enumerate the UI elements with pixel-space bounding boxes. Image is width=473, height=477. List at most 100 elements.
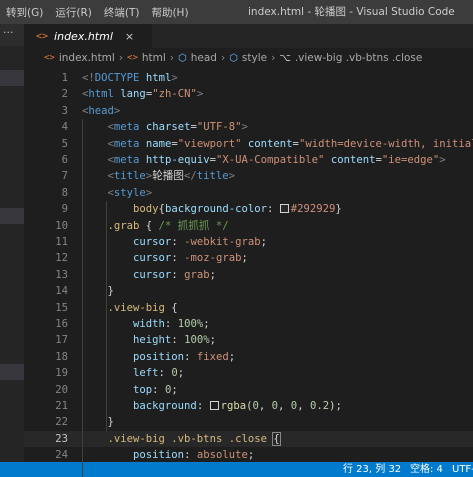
code-line[interactable]: 15 .view-big { [24,300,473,316]
code-token: > [196,88,204,101]
sidebar-item[interactable] [0,70,24,86]
code-line[interactable]: 13 cursor: grab; [24,267,473,283]
menu-run[interactable]: 运行(R) [49,5,98,20]
code-text: } [82,283,114,299]
cursor-position[interactable]: 行 23, 列 32 [343,462,401,477]
line-number: 8 [61,186,68,199]
code-text: position: fixed; [82,349,235,365]
sidebar-more-icon[interactable]: ··· [0,24,24,46]
code-token: cursor [133,252,172,265]
html-file-icon: <> [44,53,55,63]
code-line[interactable]: 23 .view-big .vb-btns .close { [24,430,473,447]
code-text: width: 100%; [82,316,210,332]
sidebar-item[interactable] [0,208,24,224]
code-token: meta [113,154,140,166]
code-token: "UTF-8" [196,121,242,134]
line-number: 5 [61,137,68,150]
code-line[interactable]: 21 background: rgba(0, 0, 0, 0.2); [24,398,473,414]
code-line[interactable]: 19 left: 0; [24,365,473,381]
code-line[interactable]: 22 } [24,414,473,430]
breadcrumb-item-selector[interactable]: .view-big .vb-btns .close [295,52,423,64]
code-token: 100% [184,334,210,347]
code-line[interactable]: 4 <meta charset="UTF-8"> [24,119,473,135]
code-token: : [171,334,185,347]
code-token: fixed [196,350,229,363]
code-line[interactable]: 6 <meta http-equiv="X-UA-Compatible" con… [24,152,473,168]
code-token: cursor [133,236,172,248]
code-token: height [133,334,172,347]
code-line[interactable]: 16 width: 100%; [24,316,473,332]
code-token: name [145,137,172,150]
window-title: index.html - 轮播图 - Visual Studio Code [248,6,455,18]
color-swatch-icon[interactable] [279,204,289,214]
code-line[interactable]: 5 <meta name="viewport" content="width=d… [24,136,473,152]
status-bar: 行 23, 列 32 空格: 4 UTF- [0,462,473,477]
menu-terminal[interactable]: 终端(T) [98,5,146,20]
code-line[interactable]: 24 position: absolute; [24,447,473,462]
code-line[interactable]: 7 <title>轮播图</title> [24,168,473,184]
code-line[interactable]: 14 } [24,283,473,299]
line-number: 23 [55,432,68,445]
indentation-status[interactable]: 空格: 4 [410,462,443,477]
code-text: position: absolute; [82,447,254,462]
code-token: -moz-grab [184,252,242,265]
close-icon[interactable]: × [125,30,134,43]
code-text: background: rgba(0, 0, 0, 0.2); [82,398,342,414]
code-line[interactable]: 8 <style> [24,185,473,201]
breadcrumb-item-file[interactable]: index.html [59,52,115,64]
code-line[interactable]: 2 <html lang="zh-CN"> [24,86,473,102]
tab-index-html[interactable]: <> index.html × [24,24,152,48]
code-token: width [133,318,165,330]
breadcrumb-item-style[interactable]: style [242,52,267,64]
color-swatch-icon[interactable] [209,401,219,410]
code-token: body [133,203,159,216]
code-editor[interactable]: 1 <!DOCTYPE html> 2 <html lang="zh-CN"> 3 <he… [24,68,473,462]
code-token: ; [177,367,185,380]
code-line[interactable]: 1 <!DOCTYPE html> [24,70,473,86]
menu-goto[interactable]: 转到(G) [0,5,49,20]
code-token: > [228,170,236,183]
indent-guide [106,201,107,431]
code-text: <head> [82,103,120,119]
encoding-status[interactable]: UTF- [452,462,473,477]
chevron-right-icon: › [220,52,226,64]
code-token: , [297,400,310,412]
code-line[interactable]: 12 cursor: -moz-grab; [24,250,473,266]
line-number: 11 [55,236,68,248]
code-token: cursor [133,268,172,281]
code-text: cursor: grab; [82,267,216,283]
code-token: </ [183,170,197,183]
code-text: top: 0; [82,382,178,398]
breadcrumb-item-html[interactable]: html [142,52,166,64]
code-text: <!DOCTYPE html> [82,70,178,86]
line-number: 24 [55,449,68,462]
code-token: title [113,170,146,183]
code-line[interactable]: 11 cursor: -webkit-grab; [24,234,473,250]
element-cube-icon: ⬡ [178,52,187,64]
code-line[interactable]: 20 top: 0; [24,382,473,398]
code-line[interactable]: 10 .grab { /* 抓抓抓 */ [24,218,473,234]
code-line[interactable]: 17 height: 100%; [24,332,473,348]
code-line[interactable]: 18 position: fixed; [24,349,473,365]
code-token: } [335,203,342,216]
line-number: 22 [55,416,68,429]
code-token: background-color [164,203,267,216]
code-line[interactable]: 9 body{background-color: #292929} [24,201,473,217]
breadcrumb-item-head[interactable]: head [191,52,217,64]
code-text: height: 100%; [82,332,216,348]
code-token: DOCTYPE [94,72,140,84]
code-token: "width=device-width, initial-s [298,137,473,150]
menu-help[interactable]: 帮助(H) [145,5,194,20]
line-number: 10 [55,219,68,232]
sidebar-item[interactable] [0,364,24,380]
line-number: 6 [61,154,68,166]
line-number: 4 [61,121,68,134]
code-line[interactable]: 3 <head> [24,103,473,119]
code-token: > [171,72,178,84]
